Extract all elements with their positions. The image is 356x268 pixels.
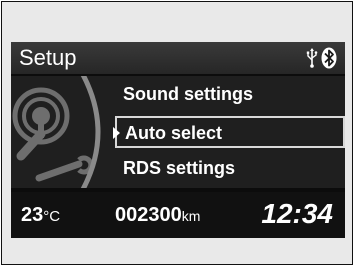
menu-item-rds-settings[interactable]: RDS settings — [115, 154, 345, 182]
selection-pointer-icon — [113, 127, 120, 139]
infotainment-screen: Setup Sound settings Auto select RDS set… — [11, 42, 345, 238]
outside-temperature: 23°C — [21, 204, 60, 227]
menu-item-label: Auto select — [125, 123, 223, 143]
menu-item-label: RDS settings — [123, 158, 236, 178]
page-title: Setup — [19, 45, 77, 70]
clock: 12:34 — [261, 198, 333, 229]
odometer-unit: km — [181, 208, 201, 224]
menu-item-sound-settings[interactable]: Sound settings — [115, 80, 345, 108]
temperature-value: 23 — [21, 204, 44, 226]
display-frame: Setup Sound settings Auto select RDS set… — [1, 1, 353, 265]
menu-item-label: Sound settings — [123, 84, 253, 104]
header-status-icons — [306, 47, 337, 69]
odometer-value: 002300 — [115, 204, 182, 226]
wrench-gear-icon — [12, 76, 101, 188]
menu-content: Sound settings Auto select RDS settings — [11, 76, 345, 188]
menu-item-auto-select[interactable]: Auto select — [113, 116, 345, 148]
temperature-unit: °C — [43, 208, 61, 225]
status-bar: 23°C 002300km 12:34 — [11, 192, 345, 238]
screen-header: Setup — [11, 42, 345, 74]
odometer: 002300km — [115, 204, 200, 227]
usb-icon — [306, 48, 318, 68]
bluetooth-icon — [321, 47, 337, 69]
